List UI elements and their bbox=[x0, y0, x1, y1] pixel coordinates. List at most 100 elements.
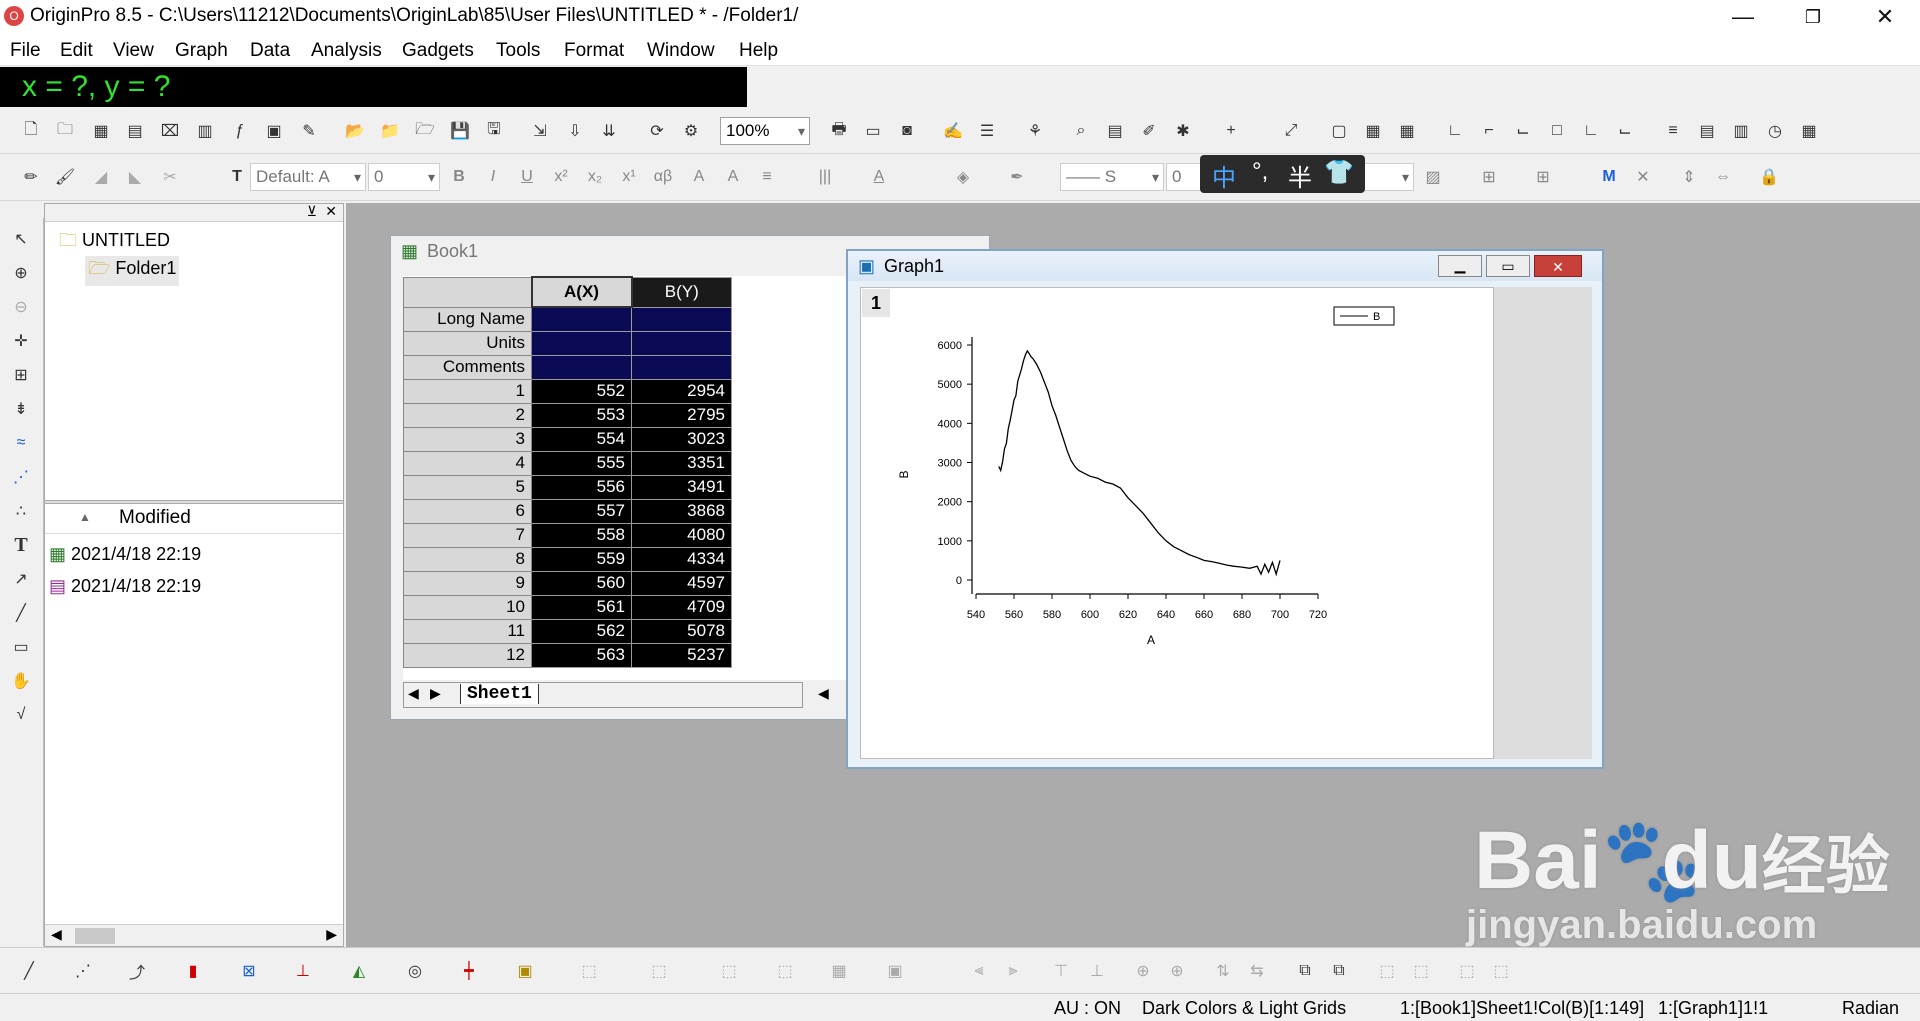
units-b[interactable] bbox=[631, 330, 732, 356]
row-number[interactable]: 9 bbox=[403, 570, 532, 596]
column-header-b[interactable]: B(Y) bbox=[631, 276, 732, 308]
cell-a[interactable]: 561 bbox=[531, 594, 632, 620]
3d-wire-icon[interactable]: ⬚ bbox=[772, 958, 798, 984]
save-project-icon[interactable]: 💾 bbox=[447, 118, 473, 144]
notes-window-icon[interactable]: ✐ bbox=[1136, 118, 1162, 144]
cell-b[interactable]: 4080 bbox=[631, 522, 732, 548]
long-name-b[interactable] bbox=[631, 306, 732, 332]
scroll-thumb[interactable] bbox=[75, 928, 115, 944]
graph-minimize-button[interactable]: ▁ bbox=[1438, 255, 1482, 277]
mask-icon[interactable]: M bbox=[1596, 164, 1622, 190]
corner-cell[interactable] bbox=[403, 276, 532, 308]
axis-6-icon[interactable]: ⌙ bbox=[1612, 118, 1638, 144]
rectangle-tool-icon[interactable]: ▭ bbox=[8, 634, 34, 660]
code-builder-icon[interactable]: ✍ bbox=[940, 118, 966, 144]
3d-bar-icon[interactable]: ⬚ bbox=[716, 958, 742, 984]
menu-gadgets[interactable]: Gadgets bbox=[402, 40, 474, 62]
ime-punct[interactable]: °, bbox=[1252, 158, 1268, 186]
contract-icon[interactable]: ⇔ bbox=[1710, 164, 1736, 190]
cell-a[interactable]: 563 bbox=[531, 642, 632, 668]
axis-1-icon[interactable]: ∟ bbox=[1442, 118, 1468, 144]
grid-icon[interactable]: ⊞ bbox=[1530, 164, 1556, 190]
subscript-icon[interactable]: x₂ bbox=[582, 164, 608, 190]
menu-edit[interactable]: Edit bbox=[60, 40, 93, 62]
script-window-icon[interactable]: ▤ bbox=[1102, 118, 1128, 144]
cell-a[interactable]: 558 bbox=[531, 522, 632, 548]
zoom-in-icon[interactable]: ⊕ bbox=[8, 260, 34, 286]
open-template-icon[interactable]: 📁 bbox=[377, 118, 403, 144]
row-number[interactable]: 4 bbox=[403, 450, 532, 476]
font-color-icon[interactable]: A bbox=[866, 164, 892, 190]
row-number[interactable]: 10 bbox=[403, 594, 532, 620]
new-workbook-icon[interactable]: ▦ bbox=[88, 118, 114, 144]
cell-b[interactable]: 3491 bbox=[631, 474, 732, 500]
expand-icon[interactable]: ⇕ bbox=[1676, 164, 1702, 190]
pattern-icon[interactable]: ||| bbox=[812, 164, 838, 190]
font-size-select[interactable]: 0 ▾ bbox=[368, 163, 440, 191]
object-manager-icon[interactable]: ▤ bbox=[1694, 118, 1720, 144]
print-icon[interactable]: 🖶 bbox=[826, 118, 852, 144]
results-log-icon[interactable]: ☰ bbox=[974, 118, 1000, 144]
explorer-hscrollbar[interactable]: ◀ ▶ bbox=[45, 924, 343, 946]
new-layout-icon[interactable]: ▣ bbox=[261, 118, 287, 144]
align-vcenter-icon[interactable]: ⊕ bbox=[1130, 958, 1156, 984]
screen-reader-icon[interactable]: ✛ bbox=[8, 328, 34, 354]
graph-restore-button[interactable]: ▭ bbox=[1486, 255, 1530, 277]
gadget-icon[interactable]: ✱ bbox=[1170, 118, 1196, 144]
row-number[interactable]: 6 bbox=[403, 498, 532, 524]
zoom-out-icon[interactable]: ⊖ bbox=[8, 294, 34, 320]
rescale-icon[interactable]: ⤢ bbox=[1278, 118, 1304, 144]
cell-a[interactable]: 557 bbox=[531, 498, 632, 524]
menu-data[interactable]: Data bbox=[250, 40, 290, 62]
graph1-titlebar[interactable]: ▣ Graph1 ▁ ▭ ✕ bbox=[848, 251, 1602, 281]
same-width-icon[interactable]: ⬚ bbox=[1454, 958, 1480, 984]
ime-skin-icon[interactable]: 👕 bbox=[1324, 158, 1354, 187]
ime-width[interactable]: 半 bbox=[1288, 158, 1312, 193]
explorer-close-icon[interactable]: ✕ bbox=[325, 203, 337, 220]
list-item[interactable]: ▤ 2021/4/18 22:19 bbox=[49, 576, 201, 597]
arrow-tool-icon[interactable]: ↗ bbox=[8, 566, 34, 592]
new-matrix-icon[interactable]: ▥ bbox=[192, 118, 218, 144]
row-number[interactable]: 2 bbox=[403, 402, 532, 428]
cell-b[interactable]: 2954 bbox=[631, 378, 732, 404]
add-layer-icon[interactable]: + bbox=[1218, 118, 1244, 144]
border-icon[interactable]: ⊞ bbox=[1476, 164, 1502, 190]
scroll-left-icon[interactable]: ◀ bbox=[51, 926, 62, 943]
row-number[interactable]: 8 bbox=[403, 546, 532, 572]
pencil-icon[interactable]: ✏ bbox=[18, 164, 44, 190]
draw-data-icon[interactable]: ≈ bbox=[8, 430, 34, 456]
cell-a[interactable]: 562 bbox=[531, 618, 632, 644]
cell-b[interactable]: 4709 bbox=[631, 594, 732, 620]
lock-icon[interactable]: 🔒 bbox=[1756, 164, 1782, 190]
save-window-icon[interactable]: 🖫 bbox=[481, 118, 507, 144]
new-project-icon[interactable]: 🗋 bbox=[18, 118, 44, 144]
supersub-icon[interactable]: x¹ bbox=[616, 164, 642, 190]
row-number[interactable]: 5 bbox=[403, 474, 532, 500]
pointer-icon[interactable]: ↖ bbox=[8, 226, 34, 252]
comments-b[interactable] bbox=[631, 354, 732, 380]
cell-b[interactable]: 5237 bbox=[631, 642, 732, 668]
cell-a[interactable]: 559 bbox=[531, 546, 632, 572]
region-data-icon[interactable]: ∴ bbox=[8, 498, 34, 524]
explorer-pin-icon[interactable]: ⊻ bbox=[307, 203, 317, 220]
3d-matrix-icon[interactable]: ▦ bbox=[826, 958, 852, 984]
axis-5-icon[interactable]: ∟ bbox=[1578, 118, 1604, 144]
align-bottom-icon[interactable]: ⊥ bbox=[1084, 958, 1110, 984]
row-number[interactable]: 1 bbox=[403, 378, 532, 404]
cell-b[interactable]: 4597 bbox=[631, 570, 732, 596]
menu-graph[interactable]: Graph bbox=[175, 40, 228, 62]
cell-b[interactable]: 2795 bbox=[631, 402, 732, 428]
export-page-icon[interactable]: ▭ bbox=[860, 118, 886, 144]
decrease-font-icon[interactable]: A bbox=[720, 164, 746, 190]
menu-file[interactable]: File bbox=[10, 40, 41, 62]
cell-a[interactable]: 552 bbox=[531, 378, 632, 404]
close-button[interactable]: ✕ bbox=[1852, 0, 1918, 34]
table-icon[interactable]: ▦ bbox=[1796, 118, 1822, 144]
list-icon[interactable]: ≡ bbox=[1660, 118, 1686, 144]
multi-curve-icon[interactable]: ⊠ bbox=[236, 958, 262, 984]
copy-page-icon[interactable]: ◙ bbox=[894, 118, 920, 144]
menu-window[interactable]: Window bbox=[647, 40, 715, 62]
align-top-icon[interactable]: ⊤ bbox=[1048, 958, 1074, 984]
data-reader-icon[interactable]: ⊞ bbox=[8, 362, 34, 388]
align-right-icon[interactable]: ⫸ bbox=[1000, 958, 1026, 984]
